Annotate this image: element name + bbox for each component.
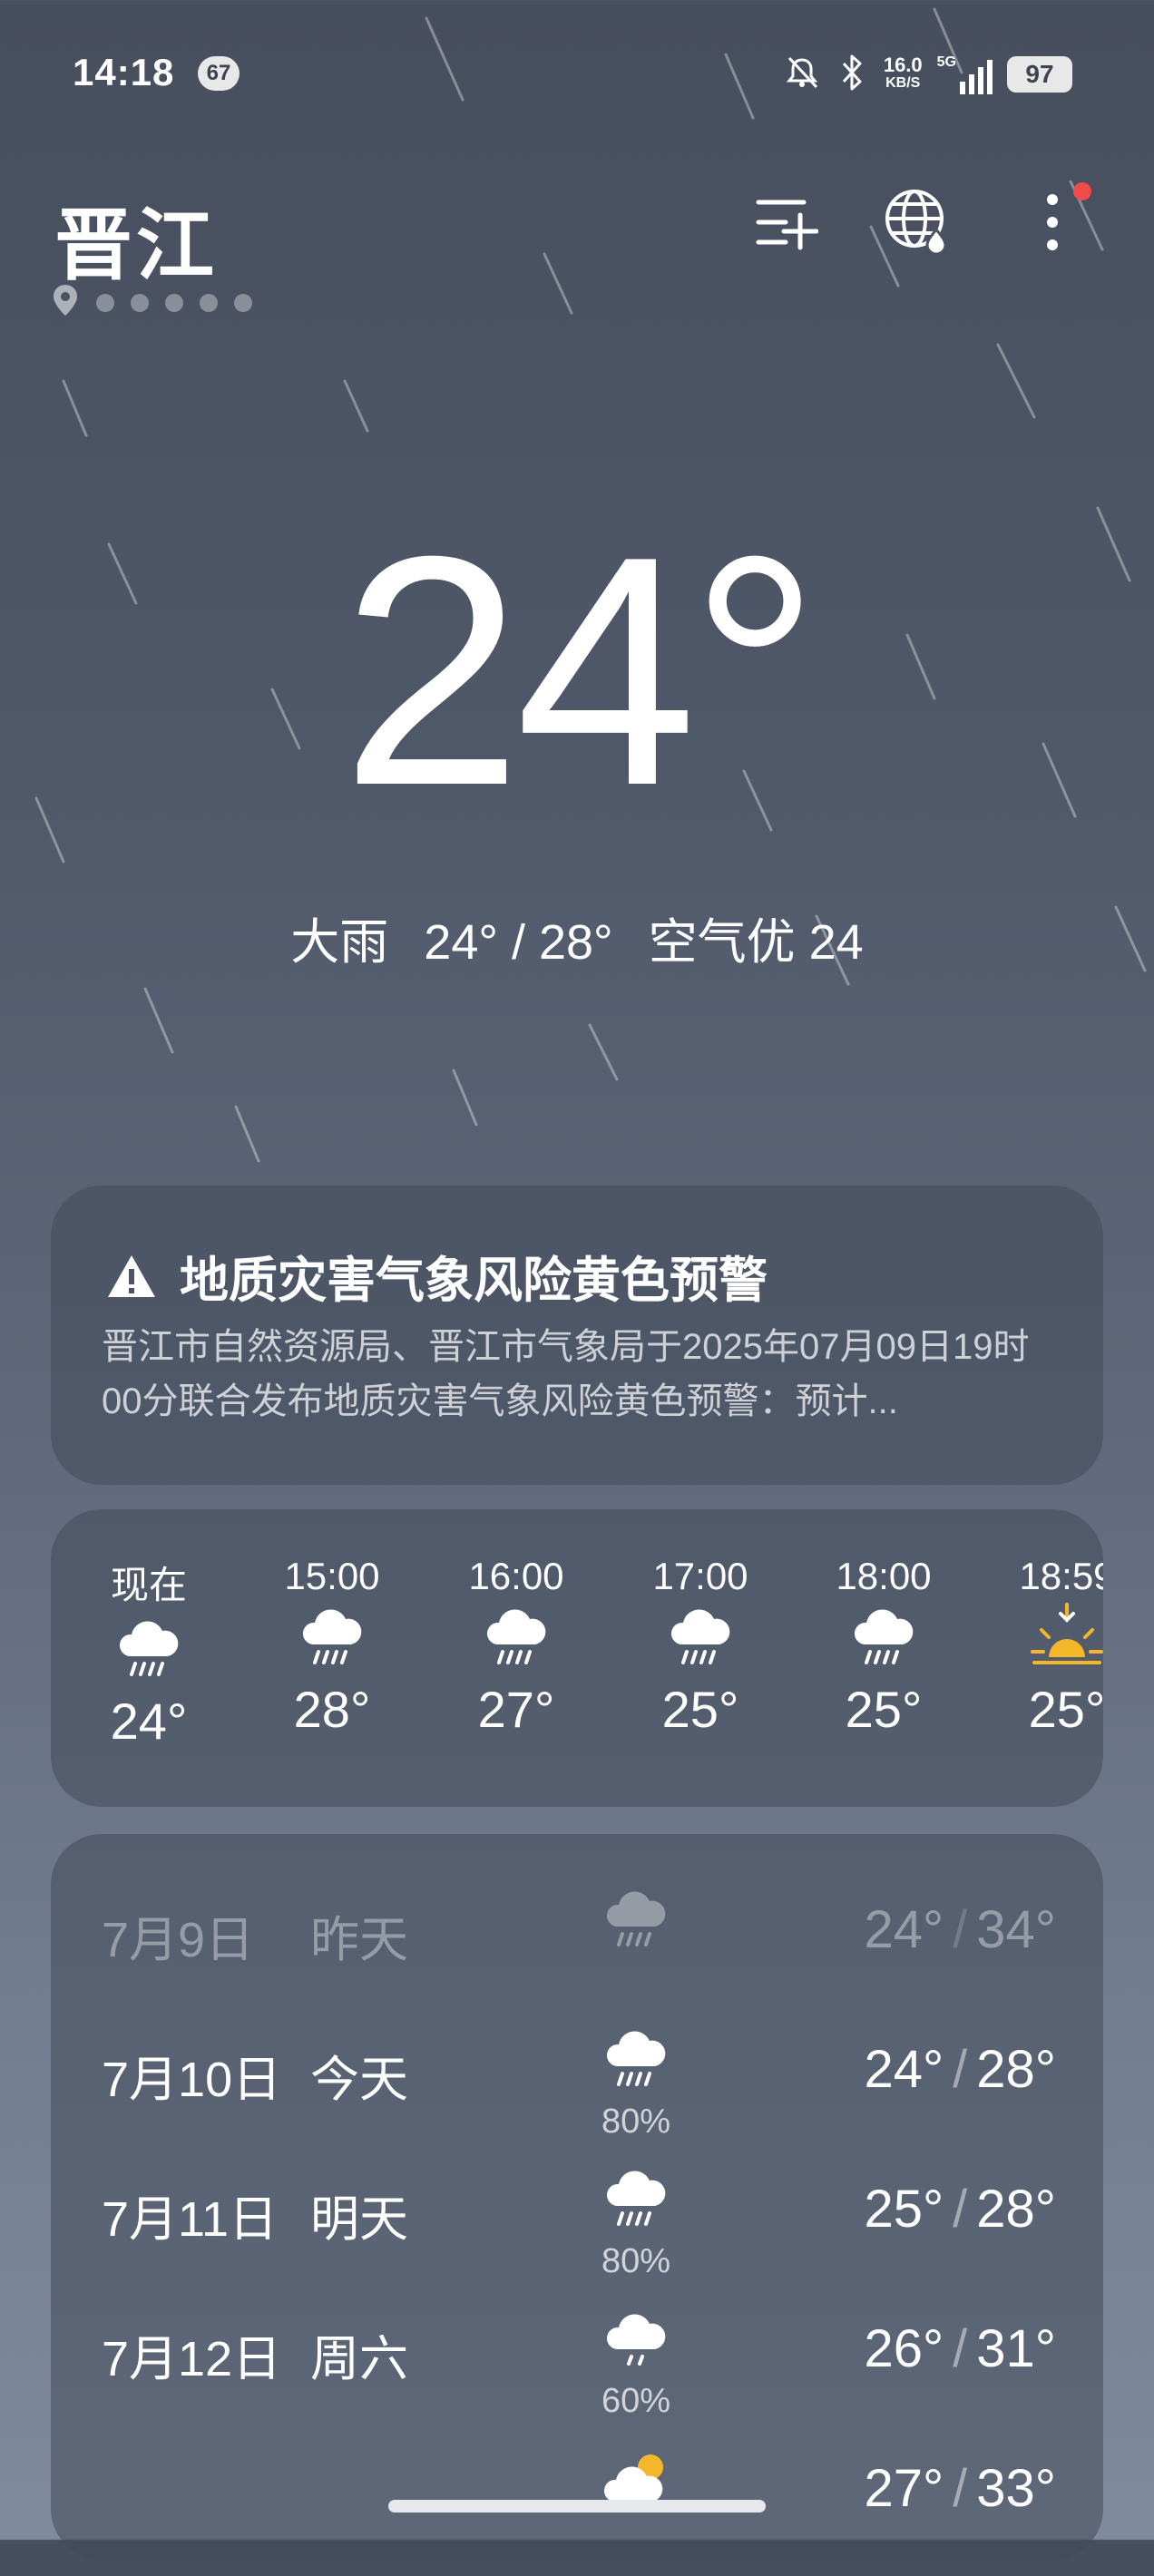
city-name[interactable]: 晋江	[54, 181, 218, 295]
notification-dot	[1073, 182, 1091, 200]
mute-icon	[782, 53, 822, 97]
hourly-item[interactable]: 18:00 25°	[820, 1555, 947, 1739]
globe-rain-icon	[885, 190, 947, 256]
heavy-rain-icon	[269, 1598, 396, 1680]
current-low-high: 24° / 28°	[424, 915, 613, 970]
heavy-rain-icon	[586, 2168, 686, 2240]
daily-row[interactable]: 7月11日 明天 80% 25°/28°	[51, 2161, 1103, 2297]
heavy-rain-icon	[637, 1598, 764, 1680]
battery-indicator: 97	[1007, 56, 1072, 93]
daily-row[interactable]: 7月9日 昨天 24°/34°	[51, 1881, 1103, 2017]
home-indicator[interactable]	[388, 2500, 766, 2513]
heavy-rain-icon	[586, 2028, 686, 2101]
precipitation-chance: 80%	[601, 2242, 671, 2280]
air-quality[interactable]: 空气优 24	[649, 915, 864, 970]
weather-globe-button[interactable]	[882, 181, 954, 263]
more-vertical-icon	[1047, 194, 1058, 250]
hourly-forecast-card[interactable]: 现在 24° 15:00 28° 16:00 27° 17:00 25° 18:…	[51, 1509, 1103, 1807]
notification-count-badge: 67	[198, 56, 240, 91]
heavy-rain-icon	[85, 1610, 212, 1692]
current-condition: 大雨	[290, 915, 389, 970]
hourly-item[interactable]: 16:00 27°	[453, 1555, 580, 1739]
heavy-rain-icon	[820, 1598, 947, 1680]
heavy-rain-icon	[586, 1888, 686, 1961]
status-time: 14:18	[73, 51, 175, 93]
precipitation-chance: 80%	[601, 2103, 671, 2141]
status-bar: 14:18 67 16.0 KB/S 5G 97	[0, 0, 1154, 145]
daily-row[interactable]: 7月12日 周六 60% 26°/31°	[51, 2300, 1103, 2436]
network-speed: 16.0 KB/S	[883, 54, 923, 92]
page-dot	[200, 293, 218, 312]
bluetooth-icon	[836, 53, 869, 97]
hourly-item[interactable]: 15:00 28°	[269, 1555, 396, 1739]
network-type-label: 5G	[936, 54, 956, 70]
daily-forecast-card[interactable]: 7月9日 昨天 24°/34° 7月10日 今天 80% 24°/28° 7月1…	[51, 1834, 1103, 2560]
hourly-item[interactable]: 现在 24°	[85, 1555, 212, 1751]
location-pin-icon	[51, 283, 80, 322]
add-list-icon	[756, 200, 818, 250]
status-icons: 16.0 KB/S 5G 97	[782, 47, 1072, 102]
hourly-item[interactable]: 18:59 25°	[1003, 1555, 1103, 1739]
hourly-item[interactable]: 17:00 25°	[637, 1555, 764, 1739]
cellular-signal-icon: 5G	[937, 54, 993, 94]
page-dot	[165, 293, 183, 312]
precipitation-chance: 60%	[601, 2382, 671, 2420]
warning-title-row: 地质灾害气象风险黄色预警	[105, 1240, 768, 1312]
light-rain-icon	[586, 2308, 686, 2380]
warning-triangle-icon	[108, 1254, 155, 1297]
city-list-button[interactable]	[749, 181, 822, 263]
city-page-indicator	[51, 283, 252, 322]
page-dot	[131, 293, 149, 312]
page-dot	[234, 293, 252, 312]
heavy-rain-icon	[453, 1598, 580, 1680]
page-dot	[96, 293, 114, 312]
weather-warning-card[interactable]: 地质灾害气象风险黄色预警 晋江市自然资源局、晋江市气象局于2025年07月09日…	[51, 1186, 1103, 1485]
sunset-icon	[1003, 1598, 1103, 1680]
current-summary: 大雨 24° / 28° 空气优 24	[0, 902, 1154, 973]
daily-row[interactable]: 7月10日 今天 80% 24°/28°	[51, 2021, 1103, 2157]
warning-title: 地质灾害气象风险黄色预警	[180, 1254, 768, 1308]
current-temperature: 24°	[340, 489, 820, 854]
warning-text: 晋江市自然资源局、晋江市气象局于2025年07月09日19时00分联合发布地质灾…	[102, 1327, 1030, 1421]
